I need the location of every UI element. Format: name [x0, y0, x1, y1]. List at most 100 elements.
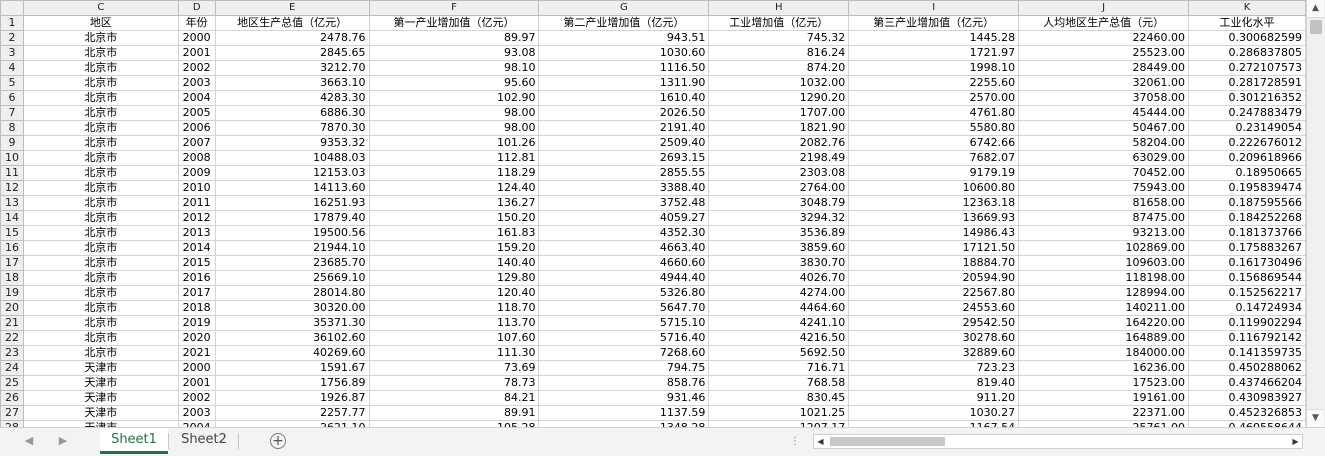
data-cell[interactable]: 北京市 — [22, 180, 179, 196]
data-cell[interactable]: 87475.00 — [1018, 210, 1190, 226]
tab-sheet2[interactable]: Sheet2 — [170, 428, 238, 454]
data-cell[interactable]: 2026.50 — [538, 105, 710, 121]
header-cell[interactable]: 第二产业增加值（亿元） — [538, 15, 710, 31]
data-cell[interactable]: 4944.40 — [538, 270, 710, 286]
tab-split-handle-icon[interactable]: ⋮ — [790, 436, 801, 447]
header-cell[interactable]: 地区生产总值（亿元） — [214, 15, 370, 31]
data-cell[interactable]: 2003 — [177, 405, 216, 421]
data-cell[interactable]: 25669.10 — [214, 270, 370, 286]
data-cell[interactable]: 768.58 — [708, 375, 850, 391]
vertical-scroll-thumb[interactable] — [1310, 20, 1322, 34]
data-cell[interactable]: 天津市 — [22, 390, 179, 406]
data-cell[interactable]: 118198.00 — [1018, 270, 1190, 286]
column-header[interactable]: I — [848, 0, 1020, 16]
data-cell[interactable]: 北京市 — [22, 315, 179, 331]
data-cell[interactable]: 6886.30 — [214, 105, 370, 121]
data-cell[interactable]: 120.40 — [368, 285, 540, 301]
data-cell[interactable]: 98.00 — [368, 105, 540, 121]
data-cell[interactable]: 35371.30 — [214, 315, 370, 331]
data-cell[interactable]: 北京市 — [22, 120, 179, 136]
row-number[interactable]: 3 — [0, 45, 24, 61]
data-cell[interactable]: 102.90 — [368, 90, 540, 106]
data-cell[interactable]: 4352.30 — [538, 225, 710, 241]
data-cell[interactable]: 10600.80 — [848, 180, 1020, 196]
data-cell[interactable]: 118.70 — [368, 300, 540, 316]
data-cell[interactable]: 0.116792142 — [1188, 330, 1306, 346]
data-cell[interactable]: 2198.49 — [708, 150, 850, 166]
data-cell[interactable]: 1821.90 — [708, 120, 850, 136]
data-cell[interactable]: 150.20 — [368, 210, 540, 226]
data-cell[interactable]: 943.51 — [538, 30, 710, 46]
data-cell[interactable]: 70452.00 — [1018, 165, 1190, 181]
data-cell[interactable]: 北京市 — [22, 60, 179, 76]
data-cell[interactable]: 4663.40 — [538, 240, 710, 256]
column-header[interactable]: F — [368, 0, 540, 16]
row-number[interactable]: 18 — [0, 270, 24, 286]
data-cell[interactable]: 2002 — [177, 60, 216, 76]
data-cell[interactable]: 北京市 — [22, 90, 179, 106]
data-cell[interactable]: 0.23149054 — [1188, 120, 1306, 136]
row-number[interactable]: 23 — [0, 345, 24, 361]
row-number[interactable]: 1 — [0, 15, 24, 31]
data-cell[interactable]: 0.209618966 — [1188, 150, 1306, 166]
data-cell[interactable]: 0.301216352 — [1188, 90, 1306, 106]
data-cell[interactable]: 37058.00 — [1018, 90, 1190, 106]
data-cell[interactable]: 2855.55 — [538, 165, 710, 181]
data-cell[interactable]: 98.10 — [368, 60, 540, 76]
data-cell[interactable]: 22371.00 — [1018, 405, 1190, 421]
data-cell[interactable]: 北京市 — [22, 45, 179, 61]
row-number[interactable]: 11 — [0, 165, 24, 181]
data-cell[interactable]: 12363.18 — [848, 195, 1020, 211]
data-cell[interactable]: 0.141359735 — [1188, 345, 1306, 361]
data-cell[interactable]: 2764.00 — [708, 180, 850, 196]
data-cell[interactable]: 2006 — [177, 120, 216, 136]
row-number[interactable]: 25 — [0, 375, 24, 391]
row-number[interactable]: 9 — [0, 135, 24, 151]
data-cell[interactable]: 2001 — [177, 375, 216, 391]
data-cell[interactable]: 7870.30 — [214, 120, 370, 136]
data-cell[interactable]: 19161.00 — [1018, 390, 1190, 406]
scroll-right-icon[interactable]: ▶ — [1289, 435, 1302, 448]
data-cell[interactable]: 17879.40 — [214, 210, 370, 226]
data-cell[interactable]: 18884.70 — [848, 255, 1020, 271]
data-cell[interactable]: 816.24 — [708, 45, 850, 61]
data-cell[interactable]: 3212.70 — [214, 60, 370, 76]
data-cell[interactable]: 北京市 — [22, 105, 179, 121]
header-cell[interactable]: 工业增加值（亿元） — [708, 15, 850, 31]
data-cell[interactable]: 4241.10 — [708, 315, 850, 331]
data-cell[interactable]: 4660.60 — [538, 255, 710, 271]
data-cell[interactable]: 5692.50 — [708, 345, 850, 361]
data-cell[interactable]: 0.272107573 — [1188, 60, 1306, 76]
data-cell[interactable]: 140211.00 — [1018, 300, 1190, 316]
data-cell[interactable]: 北京市 — [22, 270, 179, 286]
row-number[interactable]: 8 — [0, 120, 24, 136]
data-cell[interactable]: 3752.48 — [538, 195, 710, 211]
data-cell[interactable]: 73.69 — [368, 360, 540, 376]
column-header[interactable]: J — [1018, 0, 1190, 16]
data-cell[interactable]: 0.156869544 — [1188, 270, 1306, 286]
data-cell[interactable]: 0.181373766 — [1188, 225, 1306, 241]
data-cell[interactable]: 北京市 — [22, 255, 179, 271]
data-cell[interactable]: 1030.60 — [538, 45, 710, 61]
row-number[interactable]: 13 — [0, 195, 24, 211]
horizontal-scrollbar[interactable]: ◀ ▶ — [813, 434, 1303, 449]
data-cell[interactable]: 2693.15 — [538, 150, 710, 166]
data-cell[interactable]: 3294.32 — [708, 210, 850, 226]
row-number[interactable]: 7 — [0, 105, 24, 121]
vertical-scrollbar[interactable]: ▲ ▼ — [1306, 0, 1325, 427]
data-cell[interactable]: 30278.60 — [848, 330, 1020, 346]
data-cell[interactable]: 2255.60 — [848, 75, 1020, 91]
data-cell[interactable]: 3388.40 — [538, 180, 710, 196]
data-cell[interactable]: 北京市 — [22, 135, 179, 151]
data-cell[interactable]: 0.152562217 — [1188, 285, 1306, 301]
select-all-corner[interactable] — [0, 0, 24, 16]
header-cell[interactable]: 地区 — [22, 15, 179, 31]
row-number[interactable]: 27 — [0, 405, 24, 421]
row-number[interactable]: 21 — [0, 315, 24, 331]
data-cell[interactable]: 819.40 — [848, 375, 1020, 391]
prev-sheet-icon[interactable]: ◀ — [22, 434, 36, 447]
data-cell[interactable]: 16251.93 — [214, 195, 370, 211]
data-cell[interactable]: 50467.00 — [1018, 120, 1190, 136]
data-cell[interactable]: 98.00 — [368, 120, 540, 136]
row-number[interactable]: 5 — [0, 75, 24, 91]
